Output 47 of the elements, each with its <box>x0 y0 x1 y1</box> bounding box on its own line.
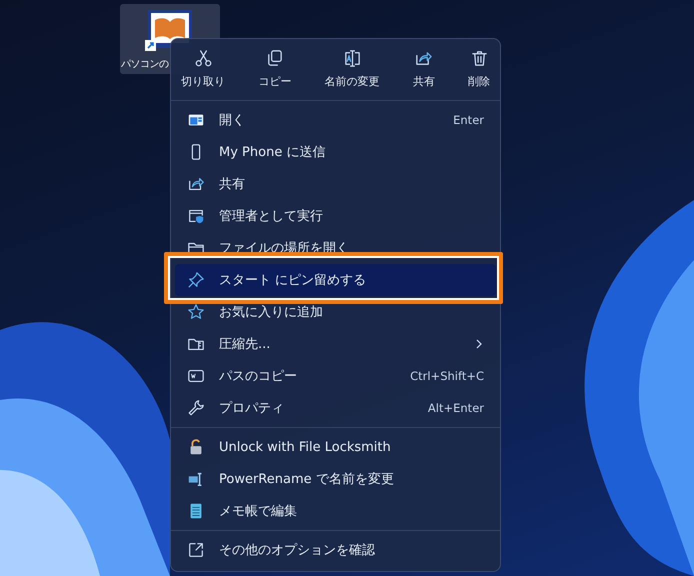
shortcut-label: Ctrl+Shift+C <box>410 369 484 383</box>
menu-item-label: My Phone に送信 <box>219 144 326 161</box>
wrench-icon <box>187 399 205 417</box>
menu-item[interactable]: My Phone に送信 <box>175 136 496 168</box>
chevron-right-icon <box>474 339 484 349</box>
menu-item-label: 管理者として実行 <box>219 208 323 225</box>
rename-icon <box>342 49 362 68</box>
menu-item-label: 開く <box>219 112 245 129</box>
desktop-icon-label: パソコンの <box>121 58 168 71</box>
menu-item-label: Unlock with File Locksmith <box>219 440 391 454</box>
star-icon <box>187 303 205 321</box>
menu-item-label: 圧縮先... <box>219 336 270 353</box>
path-icon <box>187 367 205 385</box>
menu-item-label: プロパティ <box>219 400 284 417</box>
menu-item-label: パスのコピー <box>219 368 297 385</box>
menu-item[interactable]: お気に入りに追加 <box>175 296 496 328</box>
menu-item[interactable]: スタート にピン留めする <box>175 264 496 296</box>
expand-icon <box>187 541 205 559</box>
menu-item-label: PowerRename で名前を変更 <box>219 471 394 488</box>
menu-item[interactable]: プロパティ Alt+Enter <box>175 392 496 424</box>
menu-item[interactable]: Unlock with File Locksmith <box>175 431 496 463</box>
menu-item[interactable]: 管理者として実行 <box>175 200 496 232</box>
scissors-icon <box>194 49 212 68</box>
shortcut-label: Alt+Enter <box>428 401 484 415</box>
shield-window-icon <box>187 207 205 225</box>
quick-action-button[interactable]: 共有 <box>408 45 439 95</box>
menu-item[interactable]: 圧縮先... <box>175 328 496 360</box>
share-icon <box>187 175 205 193</box>
menu-item-label: メモ帳で編集 <box>219 503 297 520</box>
quick-action-button[interactable]: コピー <box>254 45 296 95</box>
menu-item[interactable]: メモ帳で編集 <box>175 495 496 527</box>
trash-icon <box>470 49 488 68</box>
menu-item-label: 共有 <box>219 176 245 193</box>
quick-action-button[interactable]: 削除 <box>464 45 494 95</box>
menu-item-label: お気に入りに追加 <box>219 304 323 321</box>
menu-item[interactable]: 開く Enter <box>175 104 496 136</box>
menu-item-label: スタート にピン留めする <box>219 272 366 289</box>
menu-item[interactable]: 共有 <box>175 168 496 200</box>
quick-action-button[interactable]: 名前の変更 <box>320 45 384 95</box>
menu-item[interactable]: PowerRename で名前を変更 <box>175 463 496 495</box>
menu-item-label: その他のオプションを確認 <box>219 542 375 559</box>
menu-item[interactable]: パスのコピー Ctrl+Shift+C <box>175 360 496 392</box>
copy-icon <box>265 49 284 68</box>
shortcut-label: Enter <box>453 113 484 127</box>
pin-icon <box>187 271 205 289</box>
menu-item[interactable]: その他のオプションを確認 <box>175 534 496 566</box>
share-icon <box>414 49 434 68</box>
